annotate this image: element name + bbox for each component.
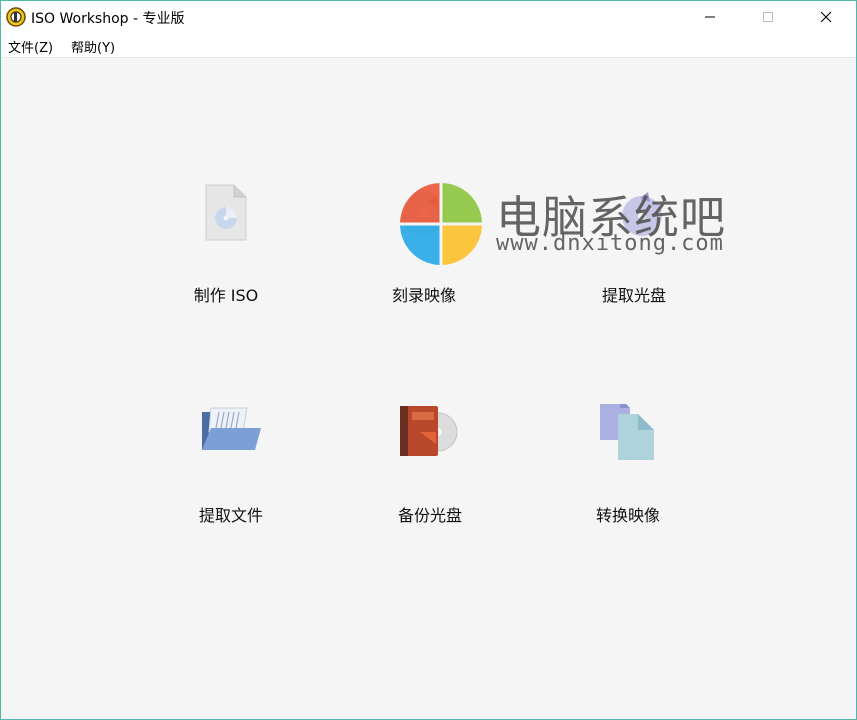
tool-make-iso-label: 制作 ISO	[193, 286, 259, 305]
tool-convert-image[interactable]: 转换映像	[558, 404, 698, 554]
watermark: 电脑系统吧 www.dnxitong.com	[396, 179, 746, 269]
tool-extract-disc-label: 提取光盘	[601, 286, 666, 305]
watermark-url: www.dnxitong.com	[496, 231, 724, 256]
convert-files-icon	[600, 404, 654, 460]
minimize-icon	[705, 16, 715, 18]
minimize-button[interactable]	[687, 1, 733, 33]
window-title: ISO Workshop - 专业版	[31, 11, 185, 27]
tool-burn-image-label: 刻录映像	[391, 286, 456, 305]
iso-file-icon	[205, 184, 247, 241]
maximize-button[interactable]	[745, 1, 791, 33]
tool-extract-files-label: 提取文件	[198, 506, 263, 525]
folder-icon	[202, 407, 261, 450]
menu-file[interactable]: 文件(Z)	[8, 37, 53, 56]
menu-help[interactable]: 帮助(Y)	[71, 37, 115, 56]
tool-convert-image-label: 转换映像	[595, 506, 660, 525]
app-logo-icon	[6, 7, 26, 27]
tool-backup-disc[interactable]: 备份光盘	[360, 404, 500, 554]
backup-book-disc-icon	[400, 406, 458, 456]
tool-make-iso[interactable]: 制作 ISO	[156, 184, 296, 334]
close-icon	[820, 11, 832, 23]
title-bar[interactable]: ISO Workshop - 专业版	[1, 1, 856, 33]
app-window: ISO Workshop - 专业版 文件(Z) 帮助(Y) 制作 ISO 刻录…	[0, 0, 857, 720]
windows-logo-icon	[400, 183, 482, 265]
tool-backup-disc-label: 备份光盘	[397, 506, 462, 525]
tool-extract-files[interactable]: 提取文件	[161, 404, 301, 554]
maximize-icon	[763, 12, 773, 22]
close-button[interactable]	[803, 1, 849, 33]
menu-bar: 文件(Z) 帮助(Y)	[1, 33, 856, 58]
